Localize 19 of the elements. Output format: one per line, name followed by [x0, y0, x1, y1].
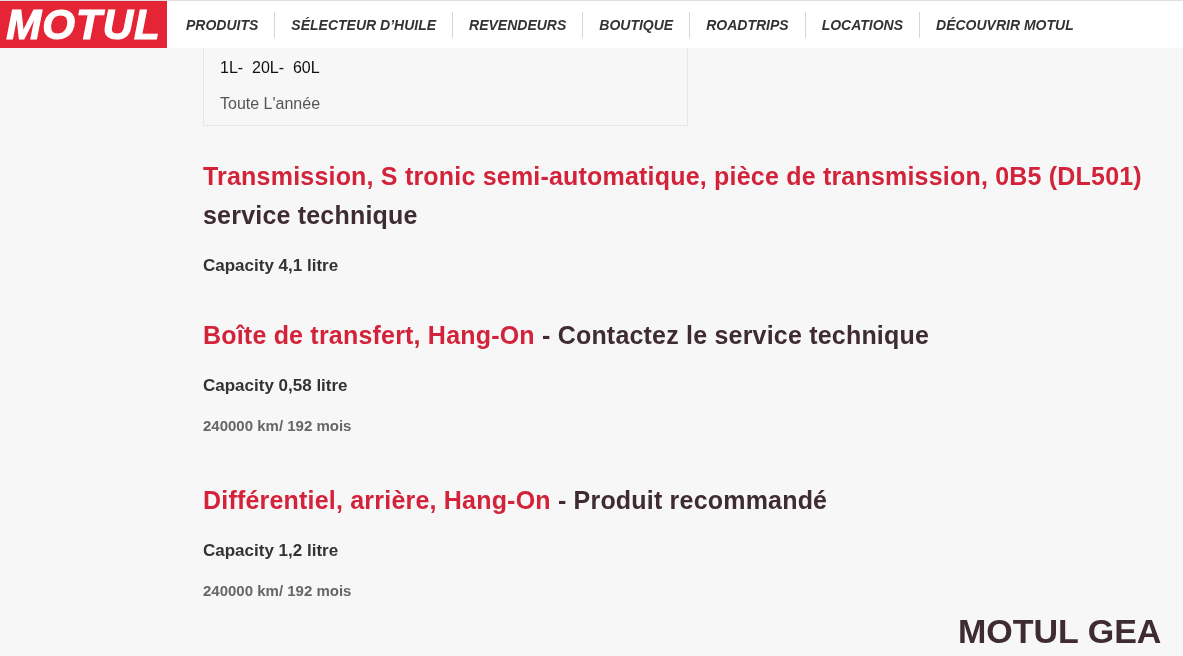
- nav-link[interactable]: ROADTRIPS: [690, 14, 805, 35]
- capacity-text: Capacity 1,2 litre: [203, 541, 340, 561]
- capacity-text: Capacity 0,58 litre: [203, 376, 349, 396]
- nav-link[interactable]: DÉCOUVRIR MOTUL: [920, 14, 1090, 35]
- nav-link[interactable]: PRODUITS: [170, 14, 275, 35]
- nav-link[interactable]: REVENDEURS: [453, 14, 583, 35]
- capacity-text: Capacity 4,1 litre: [203, 256, 340, 276]
- section-heading: Transmission, S tronic semi-automatique, pièce de transmission, 0B5 (DL501) service technique: [203, 161, 1143, 231]
- season-text: Toute L'année: [220, 94, 322, 114]
- nav-link[interactable]: SÉLECTEUR D’HUILE: [275, 14, 453, 35]
- footer-heading: MOTUL GEA: [958, 612, 1163, 650]
- sizes-text: 1L- 20L- 60L: [220, 58, 321, 78]
- section-heading: Boîte de transfert, Hang-On - Contactez le service technique: [203, 320, 931, 351]
- logo-link[interactable]: MOTUL: [0, 1, 167, 48]
- section-heading: Différentiel, arrière, Hang-On - Produit recommandé: [203, 485, 829, 516]
- interval-text: 240000 km/ 192 mois: [203, 581, 353, 601]
- nav-link[interactable]: LOCATIONS: [805, 14, 920, 35]
- nav-link[interactable]: BOUTIQUE: [583, 14, 690, 35]
- interval-text: 240000 km/ 192 mois: [203, 416, 353, 436]
